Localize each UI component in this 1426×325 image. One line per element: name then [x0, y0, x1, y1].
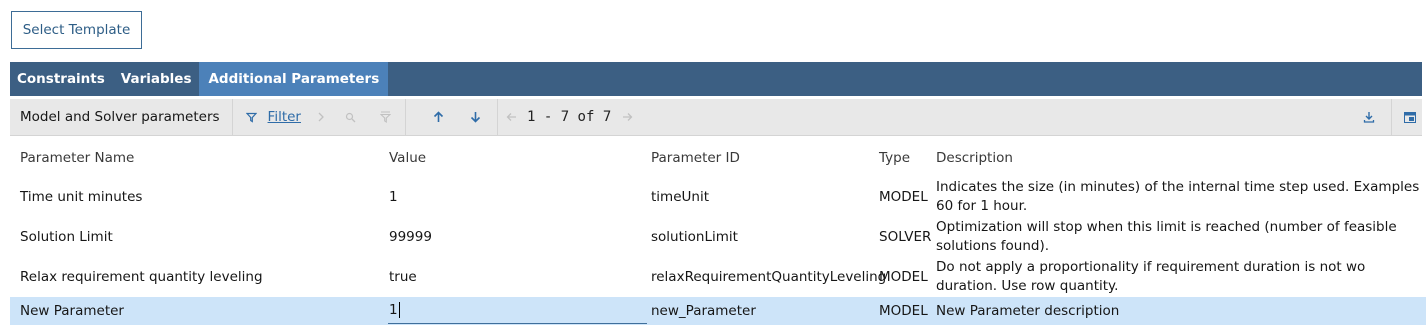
arrow-down-icon[interactable] — [468, 109, 484, 125]
value-edit-text: 1 — [389, 302, 398, 318]
cell-name: Solution Limit — [20, 229, 113, 245]
column-header-name[interactable]: Parameter Name — [20, 143, 380, 173]
cell-description: New Parameter description — [936, 302, 1120, 319]
column-header-type[interactable]: Type — [879, 143, 937, 173]
table-header: Parameter Name Value Parameter ID Type D… — [10, 143, 1426, 173]
cell-name: New Parameter — [20, 303, 124, 319]
table-row[interactable]: Solution Limit 99999 solutionLimit SOLVE… — [10, 217, 1426, 257]
arrow-left-icon[interactable] — [504, 109, 520, 125]
search-icon[interactable] — [343, 109, 359, 125]
cell-description: Do not apply a proportionality if requir… — [936, 259, 1366, 294]
value-edit-input[interactable]: 1 — [388, 297, 647, 324]
chevron-right-icon[interactable] — [313, 109, 329, 125]
cell-value[interactable]: 99999 — [389, 217, 647, 257]
table-row-selected[interactable]: New Parameter 1 new_Parameter MODEL New … — [10, 297, 1426, 325]
filter-link[interactable]: Filter — [268, 109, 301, 125]
text-caret — [398, 302, 400, 318]
tab-bar: Constraints Variables Additional Paramet… — [10, 62, 1422, 96]
toolbar-divider — [1391, 99, 1392, 135]
column-header-description[interactable]: Description — [936, 143, 1422, 173]
panel-icon[interactable] — [1402, 109, 1418, 125]
cell-name: Time unit minutes — [20, 189, 143, 205]
cell-type: MODEL — [879, 189, 928, 205]
filter-icon[interactable] — [244, 109, 260, 125]
clear-filter-icon[interactable] — [378, 109, 394, 125]
toolbar-divider — [404, 99, 406, 135]
table-row[interactable]: Time unit minutes 1 timeUnit MODEL Indic… — [10, 177, 1426, 217]
toolbar-divider — [231, 99, 233, 135]
toolbar-divider — [496, 99, 498, 135]
cell-value[interactable]: true — [389, 257, 647, 297]
cell-id: solutionLimit — [651, 229, 738, 245]
cell-value[interactable]: 1 — [389, 177, 647, 217]
cell-id: new_Parameter — [651, 303, 756, 319]
select-template-button[interactable]: Select Template — [11, 11, 142, 49]
tab-variables[interactable]: Variables — [113, 62, 200, 96]
arrow-right-icon[interactable] — [619, 109, 635, 125]
cell-type: MODEL — [879, 269, 928, 285]
cell-description: Indicates the size (in minutes) of the i… — [936, 179, 1420, 214]
column-header-id[interactable]: Parameter ID — [651, 143, 881, 173]
arrow-up-icon[interactable] — [431, 109, 447, 125]
cell-id: timeUnit — [651, 189, 709, 205]
table-row[interactable]: Relax requirement quantity leveling true… — [10, 257, 1426, 297]
cell-id: relaxRequirementQuantityLeveling — [651, 269, 887, 285]
cell-description: Optimization will stop when this limit i… — [936, 219, 1397, 254]
tab-additional-parameters[interactable]: Additional Parameters — [199, 62, 389, 96]
pager-text: 1 - 7 of 7 — [526, 109, 612, 125]
tab-constraints[interactable]: Constraints — [10, 62, 113, 96]
cell-type: MODEL — [879, 303, 928, 319]
cell-name: Relax requirement quantity leveling — [20, 269, 263, 285]
grid-title: Model and Solver parameters — [20, 109, 220, 125]
cell-type: SOLVER — [879, 229, 932, 245]
download-icon[interactable] — [1361, 109, 1377, 125]
column-header-value[interactable]: Value — [389, 143, 647, 173]
grid-toolbar: Model and Solver parameters Filter 1 - 7… — [10, 99, 1422, 136]
